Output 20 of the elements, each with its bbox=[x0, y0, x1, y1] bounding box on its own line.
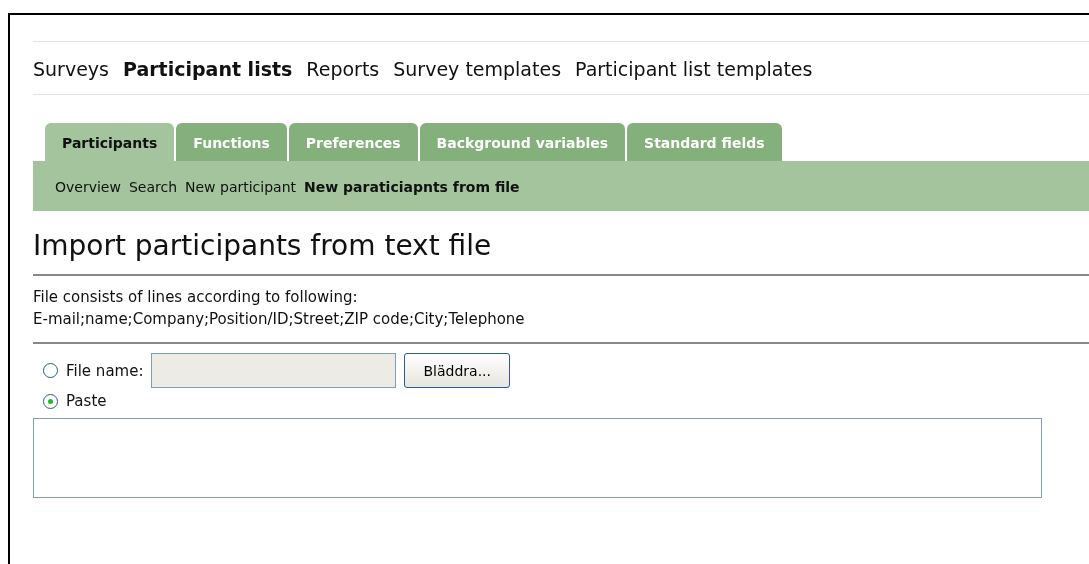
browse-button[interactable]: Bläddra... bbox=[404, 353, 510, 388]
description-text: E-mail;name;Company;Position/ID;Street;ZIP code;City;Telephone bbox=[33, 309, 526, 330]
subnav-link[interactable]: Search bbox=[128, 179, 178, 195]
nav-link[interactable]: Reports bbox=[306, 58, 380, 80]
subnav-link[interactable]: New paraticiapnts from file bbox=[304, 179, 520, 195]
subnav-link[interactable]: Overview bbox=[55, 179, 121, 195]
description-text: File consists of lines according to following: bbox=[33, 287, 359, 308]
nav-link[interactable]: Survey templates bbox=[393, 58, 562, 80]
nav-link[interactable]: Surveys bbox=[33, 58, 109, 80]
subnav-link[interactable]: New participant bbox=[185, 179, 297, 195]
file-name-field[interactable] bbox=[151, 353, 397, 388]
paste-text-area[interactable] bbox=[33, 418, 1042, 498]
nav-link[interactable]: Participant list templates bbox=[575, 58, 813, 80]
option-label: Paste bbox=[66, 392, 107, 410]
radio-button[interactable] bbox=[43, 393, 58, 409]
page-heading: Import participants from text file bbox=[33, 229, 1089, 276]
tab[interactable]: Participants bbox=[45, 123, 175, 161]
option-label: File name: bbox=[66, 361, 144, 380]
radio-button[interactable] bbox=[43, 363, 58, 378]
nav-link[interactable]: Participant lists bbox=[123, 58, 293, 80]
